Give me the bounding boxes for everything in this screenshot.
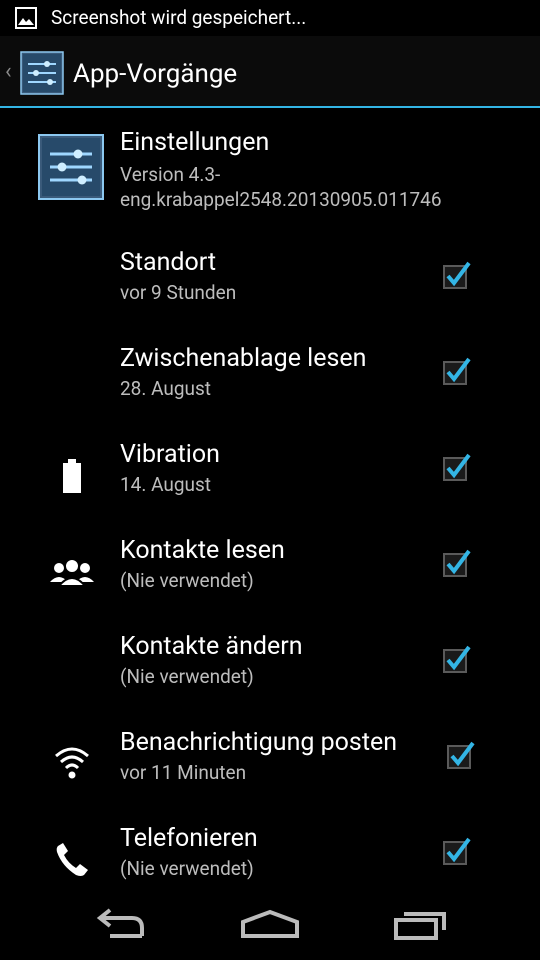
permission-title: Kontakte ändern — [120, 632, 303, 661]
app-version: Version 4.3-eng.krabappel2548.20130905.0… — [120, 163, 442, 211]
checkbox-checked-icon[interactable] — [442, 356, 472, 386]
up-caret-icon[interactable]: ‹ — [5, 60, 12, 84]
checkbox-checked-icon[interactable] — [442, 548, 472, 578]
permission-title: Telefonieren — [120, 824, 258, 853]
permission-title: Vibration — [120, 440, 220, 469]
permission-title: Kontakte lesen — [120, 536, 285, 565]
permission-row-vibration[interactable]: Vibration 14. August — [0, 428, 540, 524]
permission-row-standort[interactable]: Standort vor 9 Stunden — [0, 236, 540, 332]
image-icon — [15, 7, 37, 29]
status-notification-text: Screenshot wird gespeichert... — [51, 6, 307, 29]
permission-row-notification[interactable]: Benachrichtigung posten vor 11 Minuten — [0, 716, 540, 812]
permission-row-read-contacts[interactable]: Kontakte lesen (Nie verwendet) — [0, 524, 540, 620]
recents-icon[interactable] — [380, 900, 460, 950]
permission-last-used: (Nie verwendet) — [120, 665, 254, 688]
contacts-icon — [50, 558, 94, 587]
permission-last-used: 28. August — [120, 377, 212, 400]
settings-sliders-icon — [38, 134, 104, 200]
permission-last-used: 14. August — [120, 473, 212, 496]
permission-last-used: (Nie verwendet) — [120, 857, 254, 880]
permission-title: Standort — [120, 248, 217, 277]
permission-row-clipboard[interactable]: Zwischenablage lesen 28. August — [0, 332, 540, 428]
permission-title: Zwischenablage lesen — [120, 344, 367, 373]
permission-last-used: (Nie verwendet) — [120, 569, 254, 592]
permission-last-used: vor 11 Minuten — [120, 761, 247, 784]
permission-title: Benachrichtigung posten — [120, 728, 398, 757]
status-bar: Screenshot wird gespeichert... — [0, 0, 540, 36]
settings-sliders-icon[interactable] — [20, 51, 64, 95]
phone-icon — [56, 843, 88, 876]
back-icon[interactable] — [80, 900, 160, 950]
wifi-icon — [55, 747, 89, 779]
action-bar-divider — [0, 106, 540, 108]
permission-last-used: vor 9 Stunden — [120, 281, 237, 304]
page-title: App-Vorgänge — [73, 59, 238, 89]
checkbox-checked-icon[interactable] — [442, 260, 472, 290]
home-icon[interactable] — [230, 900, 310, 950]
battery-icon — [63, 459, 81, 493]
checkbox-checked-icon[interactable] — [442, 644, 472, 674]
checkbox-checked-icon[interactable] — [446, 740, 476, 770]
checkbox-checked-icon[interactable] — [442, 452, 472, 482]
permission-row-edit-contacts[interactable]: Kontakte ändern (Nie verwendet) — [0, 620, 540, 716]
checkbox-checked-icon[interactable] — [442, 836, 472, 866]
app-name: Einstellungen — [120, 128, 270, 157]
